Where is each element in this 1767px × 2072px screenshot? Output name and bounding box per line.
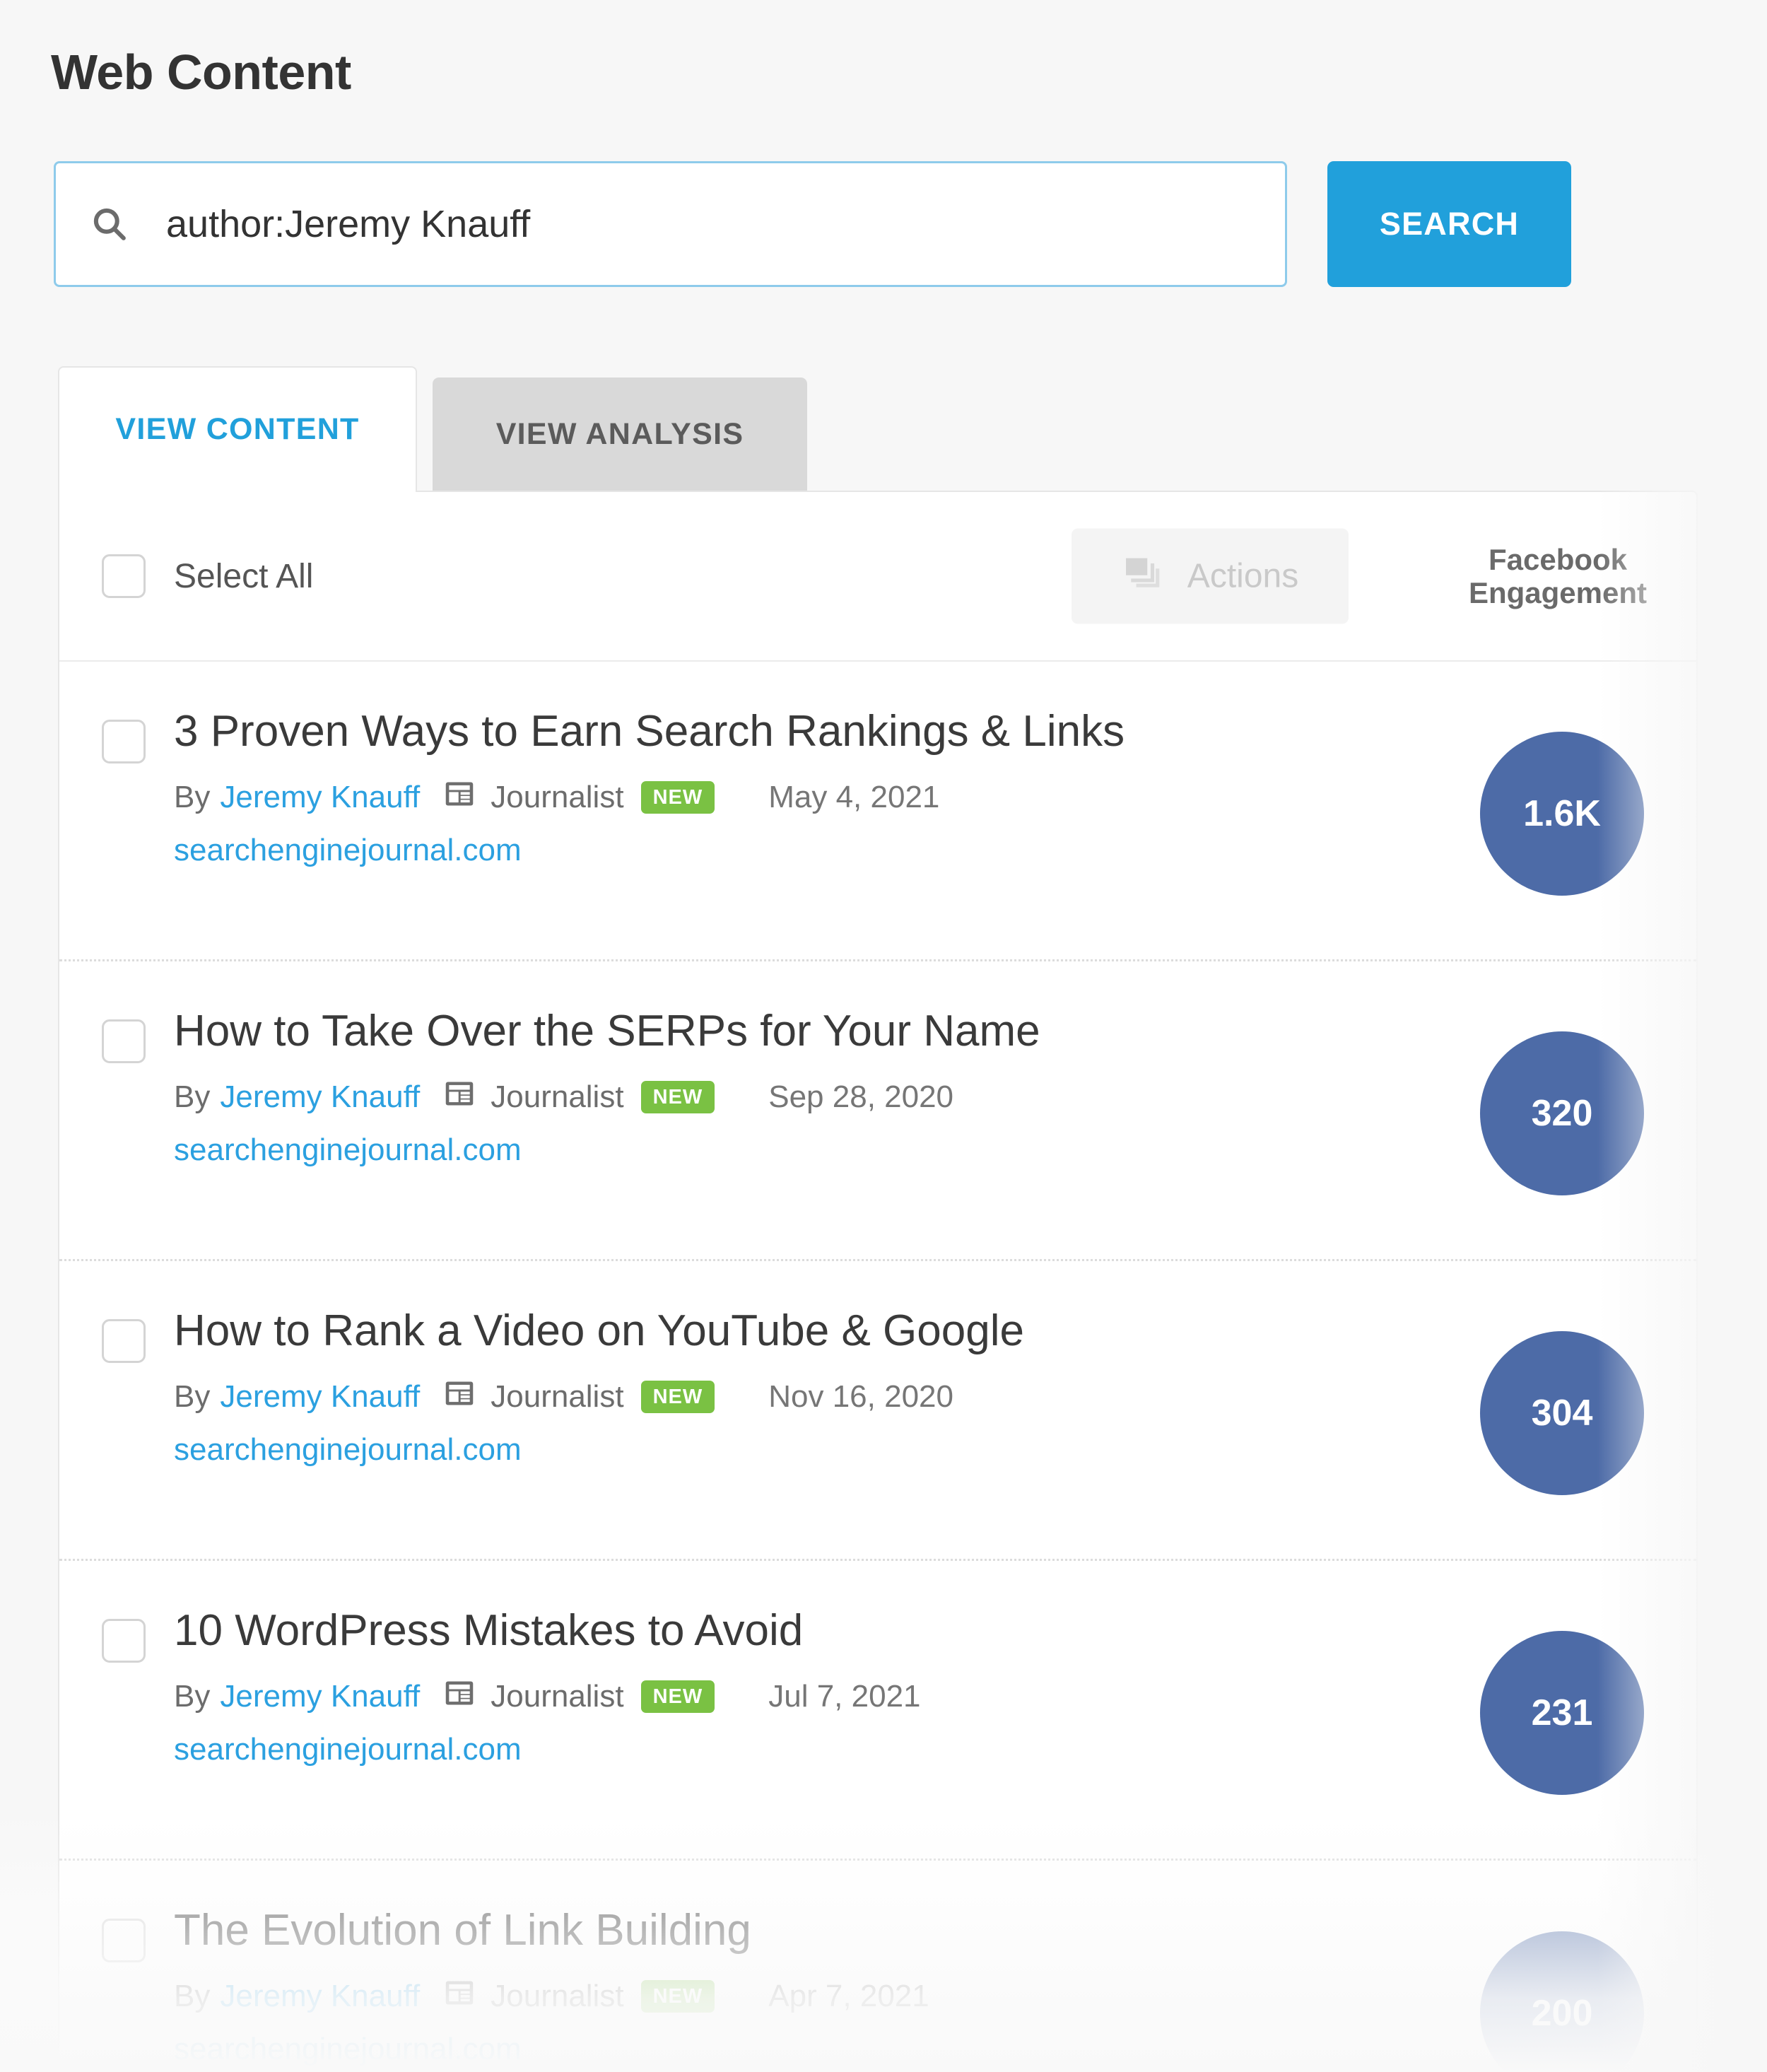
facebook-engagement-header-line1: Facebook [1488,542,1628,576]
table-row[interactable]: How to Rank a Video on YouTube & Google … [59,1261,1696,1561]
row-role: Journalist [491,1079,624,1115]
journalist-icon [444,1078,475,1117]
search-input-container[interactable] [54,161,1287,287]
facebook-engagement-header: Facebook Engagement [1423,543,1692,609]
row-checkbox[interactable] [102,720,146,763]
row-domain-link[interactable]: searchenginejournal.com [174,833,1407,868]
copies-stack-icon [1122,554,1163,599]
row-metric: 231 [1428,1630,1696,1795]
status-badge: NEW [640,781,715,814]
row-metric: 200 [1428,1931,1696,2072]
tab-view-analysis[interactable]: VIEW ANALYSIS [433,377,807,491]
row-domain-link[interactable]: searchenginejournal.com [174,2032,1407,2067]
row-body: How to Take Over the SERPs for Your Name… [174,1007,1428,1168]
engagement-bubble: 200 [1480,1931,1644,2072]
row-date: Apr 7, 2021 [768,1979,929,2014]
content-card: Select All Actions Facebook Engagement 3… [58,491,1698,2072]
row-by-label: By [174,1979,211,2014]
row-metric: 304 [1428,1330,1696,1495]
status-badge: NEW [640,1081,715,1114]
row-domain-link[interactable]: searchenginejournal.com [174,1732,1407,1767]
row-domain-link[interactable]: searchenginejournal.com [174,1432,1407,1468]
journalist-icon [444,778,475,817]
list-toolbar: Select All Actions Facebook Engagement [59,492,1696,662]
web-content-page: Web Content SEARCH VIEW CONTENT VIEW ANA… [0,0,1767,2072]
row-by-label: By [174,1379,211,1415]
status-badge: NEW [640,1980,715,2013]
table-row[interactable]: 3 Proven Ways to Earn Search Rankings & … [59,662,1696,961]
row-body: 3 Proven Ways to Earn Search Rankings & … [174,707,1428,868]
row-title[interactable]: How to Rank a Video on YouTube & Google [174,1306,1407,1357]
row-role: Journalist [491,780,624,815]
table-row[interactable]: How to Take Over the SERPs for Your Name… [59,961,1696,1261]
row-by-label: By [174,780,211,815]
row-author-link[interactable]: Jeremy Knauff [220,1979,420,2014]
row-domain-link[interactable]: searchenginejournal.com [174,1132,1407,1168]
row-title[interactable]: How to Take Over the SERPs for Your Name [174,1007,1407,1057]
engagement-bubble: 231 [1480,1630,1644,1795]
row-date: Sep 28, 2020 [768,1079,954,1115]
engagement-bubble: 304 [1480,1330,1644,1495]
facebook-engagement-header-line2: Engagement [1468,576,1648,609]
row-metric: 1.6K [1428,731,1696,896]
row-body: How to Rank a Video on YouTube & Google … [174,1306,1428,1468]
row-title[interactable]: 3 Proven Ways to Earn Search Rankings & … [174,707,1407,757]
row-date: Nov 16, 2020 [768,1379,953,1415]
row-meta: By Jeremy Knauff Journalist NEW [174,1378,1407,1417]
row-checkbox[interactable] [102,1019,146,1063]
row-metric: 320 [1428,1031,1696,1195]
row-body: 10 WordPress Mistakes to Avoid By Jeremy… [174,1606,1428,1767]
row-role: Journalist [491,1679,624,1714]
search-icon [88,203,131,245]
engagement-bubble: 1.6K [1480,731,1644,896]
row-date: May 4, 2021 [768,780,940,815]
row-title[interactable]: The Evolution of Link Building [174,1906,1407,1956]
tab-view-content[interactable]: VIEW CONTENT [58,366,417,492]
row-meta: By Jeremy Knauff Journalist NEW [174,1678,1407,1716]
row-checkbox[interactable] [102,1919,146,1962]
row-role: Journalist [491,1379,624,1415]
row-checkbox[interactable] [102,1619,146,1663]
search-bar: SEARCH [54,161,1571,287]
status-badge: NEW [640,1680,715,1714]
journalist-icon [444,1977,475,2016]
journalist-icon [444,1378,475,1417]
row-by-label: By [174,1679,211,1714]
row-by-label: By [174,1079,211,1115]
row-meta: By Jeremy Knauff Journalist NEW [174,1078,1407,1117]
page-title: Web Content [51,45,351,100]
journalist-icon [444,1678,475,1716]
search-input[interactable] [166,202,1252,246]
row-date: Jul 7, 2021 [768,1679,921,1714]
row-title[interactable]: 10 WordPress Mistakes to Avoid [174,1606,1407,1656]
actions-button[interactable]: Actions [1072,528,1349,624]
row-meta: By Jeremy Knauff Journalist NEW [174,778,1407,817]
row-author-link[interactable]: Jeremy Knauff [220,780,420,815]
table-row[interactable]: 10 WordPress Mistakes to Avoid By Jeremy… [59,1561,1696,1861]
select-all-control[interactable]: Select All [102,554,313,598]
select-all-label: Select All [174,557,314,595]
engagement-bubble: 320 [1480,1031,1644,1195]
actions-label: Actions [1187,557,1299,595]
row-role: Journalist [491,1979,624,2014]
row-author-link[interactable]: Jeremy Knauff [220,1679,420,1714]
table-row[interactable]: The Evolution of Link Building By Jeremy… [59,1861,1696,2072]
row-body: The Evolution of Link Building By Jeremy… [174,1906,1428,2067]
row-author-link[interactable]: Jeremy Knauff [220,1379,420,1415]
tab-strip: VIEW CONTENT VIEW ANALYSIS [58,366,807,492]
row-checkbox[interactable] [102,1319,146,1363]
row-meta: By Jeremy Knauff Journalist NEW [174,1977,1407,2016]
search-button[interactable]: SEARCH [1327,161,1571,287]
select-all-checkbox[interactable] [102,554,146,598]
status-badge: NEW [640,1381,715,1414]
row-author-link[interactable]: Jeremy Knauff [220,1079,420,1115]
